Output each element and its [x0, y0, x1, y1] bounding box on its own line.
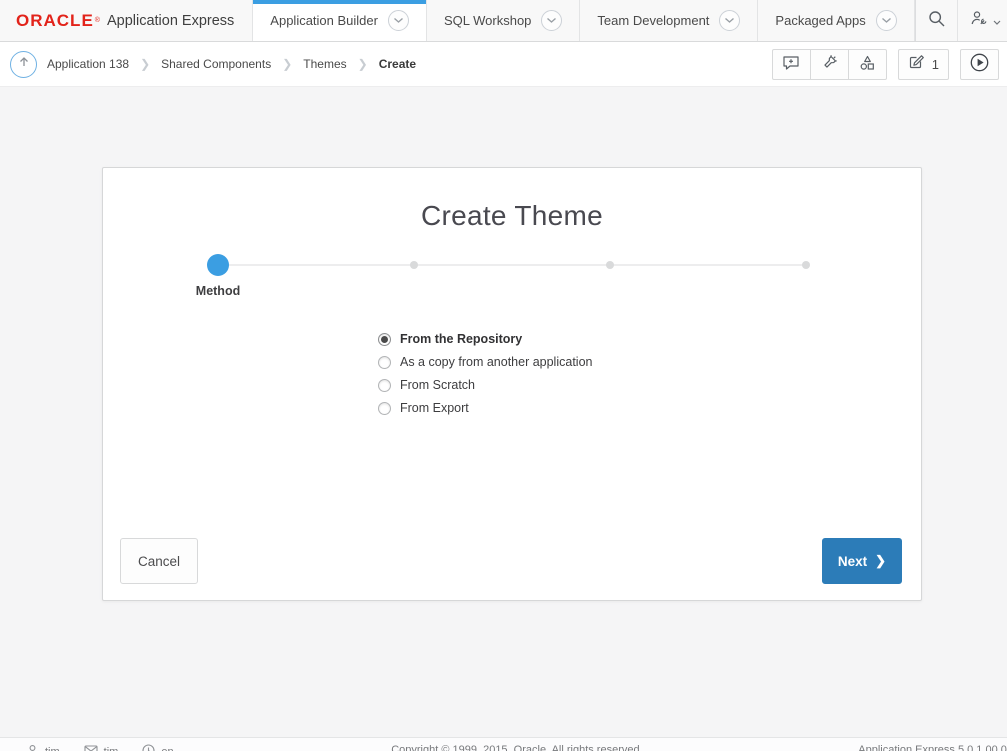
radio-selected-icon[interactable] [378, 333, 391, 346]
tab-application-builder[interactable]: Application Builder [252, 0, 427, 41]
chevron-down-icon [993, 12, 1001, 30]
radio-unselected-icon[interactable] [378, 379, 391, 392]
edit-icon [908, 54, 925, 74]
tab-label: Application Builder [270, 13, 378, 28]
wizard-title: Create Theme [103, 168, 921, 232]
product-name: Application Express [107, 13, 234, 29]
search-icon [928, 10, 945, 32]
comment-plus-icon [782, 55, 800, 74]
up-arrow-icon [18, 55, 30, 73]
step-label-method: Method [196, 284, 240, 298]
chevron-down-icon [541, 10, 562, 31]
shapes-icon [859, 55, 876, 74]
radio-option-as-a-copy-from-another-application[interactable]: As a copy from another application [378, 354, 921, 370]
top-navigation-bar: ORACLE® Application Express Application … [0, 0, 1007, 42]
breadcrumb-item-shared-components[interactable]: Shared Components [161, 57, 271, 71]
copyright-text: Copyright © 1999, 2015, Oracle. All righ… [198, 744, 837, 751]
step-dot-1 [207, 254, 229, 276]
create-theme-wizard: Create Theme Method From the Repository A… [102, 167, 922, 601]
version-text: Application Express 5.0.1.00.06 [858, 744, 1007, 751]
cancel-button[interactable]: Cancel [120, 538, 198, 584]
method-radio-group: From the Repository As a copy from anothe… [378, 331, 921, 416]
footer-language-code: en [161, 746, 173, 751]
edit-page-number: 1 [932, 57, 939, 72]
breadcrumb-bar: Application 138 ❯ Shared Components ❯ Themes… [0, 42, 1007, 87]
page-footer: tim tim en Copyright © 1999, 2015, Oracl… [0, 737, 1007, 751]
footer-workspace-name: tim [104, 746, 119, 751]
topbar-actions: ? [915, 0, 1007, 41]
breadcrumb-separator-icon: ❯ [282, 57, 292, 71]
chevron-down-icon [719, 10, 740, 31]
tab-packaged-apps[interactable]: Packaged Apps [758, 0, 914, 41]
breadcrumb-item-themes[interactable]: Themes [303, 57, 346, 71]
radio-option-label: As a copy from another application [400, 355, 592, 369]
administration-menu-button[interactable] [958, 0, 1007, 41]
breadcrumb-separator-icon: ❯ [140, 57, 150, 71]
progress-line [216, 264, 808, 266]
footer-language[interactable]: en [142, 744, 173, 751]
play-circle-icon [970, 53, 989, 75]
step-dot-2 [410, 261, 418, 269]
chevron-down-icon [876, 10, 897, 31]
envelope-icon [84, 745, 98, 751]
user-icon [26, 744, 39, 751]
radio-option-from-scratch[interactable]: From Scratch [378, 377, 921, 393]
shared-components-button[interactable] [848, 49, 887, 80]
breadcrumb-item-create: Create [379, 57, 416, 71]
tab-label: SQL Workshop [444, 13, 531, 28]
tab-label: Packaged Apps [775, 13, 865, 28]
wizard-progress-train: Method [103, 251, 921, 309]
registered-mark: ® [95, 17, 100, 24]
step-dot-3 [606, 261, 614, 269]
main-tabs: Application Builder SQL Workshop Team Deve… [252, 0, 914, 41]
search-button[interactable] [916, 0, 958, 41]
footer-user-name: tim [45, 746, 60, 751]
next-button[interactable]: Next ❯ [822, 538, 902, 584]
feedback-button[interactable] [772, 49, 811, 80]
run-application-button[interactable] [960, 49, 999, 80]
tab-team-development[interactable]: Team Development [580, 0, 758, 41]
radio-unselected-icon[interactable] [378, 356, 391, 369]
footer-session-info: tim tim en [26, 744, 198, 751]
tab-sql-workshop[interactable]: SQL Workshop [427, 0, 580, 41]
radio-unselected-icon[interactable] [378, 402, 391, 415]
breadcrumb: Application 138 ❯ Shared Components ❯ Themes… [47, 57, 416, 71]
radio-option-label: From Export [400, 401, 469, 415]
clock-icon [142, 744, 155, 751]
flashlight-icon [821, 54, 838, 74]
edit-page-button[interactable]: 1 [898, 49, 949, 80]
footer-user[interactable]: tim [26, 744, 60, 751]
chevron-right-icon: ❯ [875, 553, 886, 569]
page-content: Create Theme Method From the Repository A… [0, 167, 1007, 601]
utility-button-group [772, 49, 887, 80]
radio-option-from-the-repository[interactable]: From the Repository [378, 331, 921, 347]
footer-workspace[interactable]: tim [84, 745, 119, 751]
next-button-label: Next [838, 554, 867, 569]
page-toolbar: 1 [772, 49, 999, 80]
oracle-wordmark: ORACLE [16, 11, 94, 31]
tab-label: Team Development [597, 13, 709, 28]
wizard-buttons: Cancel Next ❯ [120, 538, 902, 584]
radio-option-label: From the Repository [400, 332, 522, 346]
debug-button[interactable] [810, 49, 849, 80]
breadcrumb-separator-icon: ❯ [358, 57, 368, 71]
administration-icon [970, 10, 988, 31]
radio-option-from-export[interactable]: From Export [378, 400, 921, 416]
step-dot-4 [802, 261, 810, 269]
radio-option-label: From Scratch [400, 378, 475, 392]
oracle-apex-logo[interactable]: ORACLE® Application Express [0, 0, 252, 41]
up-level-button[interactable] [10, 51, 37, 78]
breadcrumb-item-application-138[interactable]: Application 138 [47, 57, 129, 71]
chevron-down-icon [388, 10, 409, 31]
